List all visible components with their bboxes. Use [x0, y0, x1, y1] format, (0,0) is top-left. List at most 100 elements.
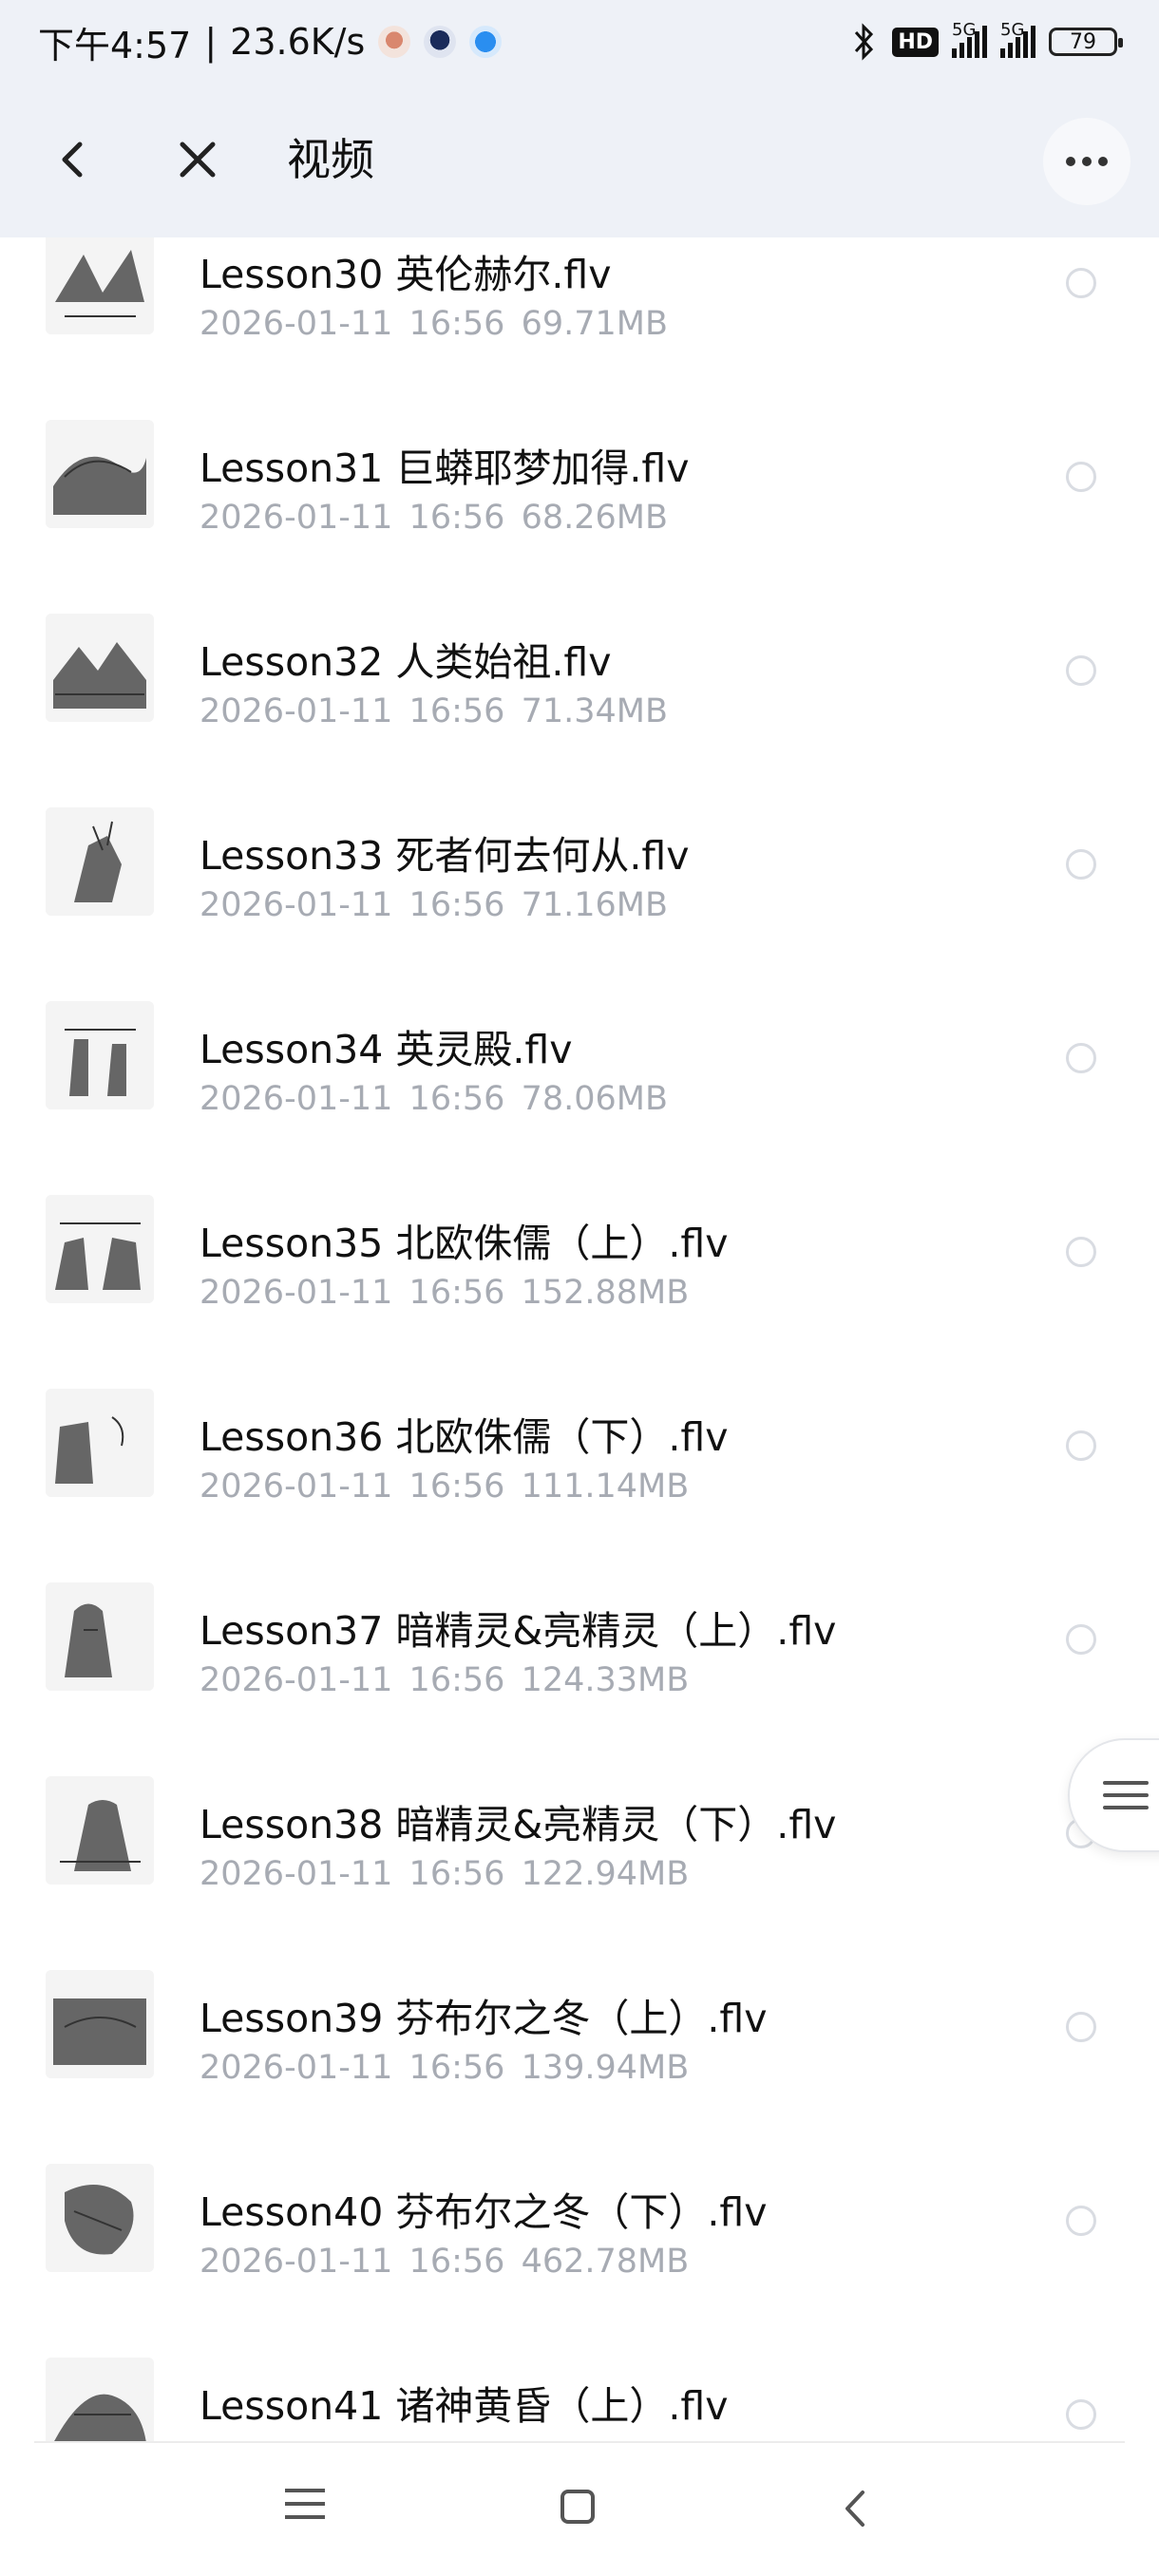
bluetooth-icon — [855, 23, 874, 61]
file-row[interactable]: Lesson41 诸神黄昏（上）.flv 2026-01-11 16:56 17… — [0, 2315, 1159, 2441]
video-thumbnail — [46, 614, 154, 722]
select-radio[interactable] — [1066, 2399, 1096, 2430]
file-row[interactable]: Lesson34 英灵殿.flv 2026-01-11 16:56 78.06M… — [0, 958, 1159, 1152]
file-size: 152.88MB — [521, 1274, 690, 1312]
file-date: 2026-01-11 — [200, 305, 393, 343]
file-row[interactable]: Lesson32 人类始祖.flv 2026-01-11 16:56 71.34… — [0, 571, 1159, 765]
file-meta: 2026-01-11 16:56 71.16MB — [200, 886, 668, 924]
thumbnail-image — [46, 2164, 154, 2272]
video-thumbnail — [46, 1582, 154, 1691]
select-radio[interactable] — [1066, 849, 1096, 880]
select-radio[interactable] — [1066, 2012, 1096, 2042]
select-radio[interactable] — [1066, 462, 1096, 492]
file-time: 16:56 — [408, 692, 505, 730]
status-separator: | — [204, 21, 218, 63]
file-size: 71.34MB — [521, 692, 668, 730]
video-thumbnail — [46, 2164, 154, 2272]
file-date: 2026-01-11 — [200, 1661, 393, 1699]
file-name: Lesson41 诸神黄昏（上）.flv — [200, 2383, 729, 2429]
file-row[interactable]: Lesson38 暗精灵&亮精灵（下）.flv 2026-01-11 16:56… — [0, 1733, 1159, 1927]
header-bar: 视频 — [0, 84, 1159, 237]
file-size: 68.26MB — [521, 499, 668, 537]
page-title: 视频 — [287, 134, 374, 185]
video-thumbnail — [46, 807, 154, 916]
thumbnail-image — [46, 420, 154, 528]
back-chevron-icon[interactable] — [46, 131, 103, 188]
signal-label-2: 5G — [1000, 20, 1025, 40]
file-meta: 2026-01-11 16:56 78.06MB — [200, 1080, 668, 1118]
file-time: 16:56 — [408, 1661, 505, 1699]
network-speed: 23.6K/s — [230, 21, 366, 63]
file-time: 16:56 — [408, 886, 505, 924]
file-name: Lesson31 巨蟒耶梦加得.flv — [200, 445, 690, 491]
system-back-icon[interactable] — [836, 2487, 874, 2530]
file-meta: 2026-01-11 16:56 124.33MB — [200, 1661, 689, 1699]
file-time: 16:56 — [408, 2243, 505, 2281]
file-row[interactable]: Lesson35 北欧侏儒（上）.flv 2026-01-11 16:56 15… — [0, 1152, 1159, 1346]
select-radio[interactable] — [1066, 1043, 1096, 1073]
battery-icon: 79 — [1049, 28, 1123, 56]
file-size: 124.33MB — [521, 1661, 690, 1699]
notification-avatar-icon — [424, 26, 457, 58]
file-name: Lesson33 死者何去何从.flv — [200, 833, 690, 879]
file-name: Lesson39 芬布尔之冬（上）.flv — [200, 1996, 768, 2041]
file-name: Lesson40 芬布尔之冬（下）.flv — [200, 2189, 768, 2235]
file-time: 16:56 — [408, 305, 505, 343]
file-date: 2026-01-11 — [200, 1080, 393, 1118]
file-row[interactable]: Lesson33 死者何去何从.flv 2026-01-11 16:56 71.… — [0, 765, 1159, 958]
file-date: 2026-01-11 — [200, 1468, 393, 1506]
home-icon[interactable] — [560, 2490, 595, 2524]
file-name: Lesson36 北欧侏儒（下）.flv — [200, 1414, 729, 1460]
file-time: 16:56 — [408, 1080, 505, 1118]
file-row[interactable]: Lesson37 暗精灵&亮精灵（上）.flv 2026-01-11 16:56… — [0, 1540, 1159, 1733]
thumbnail-image — [46, 1389, 154, 1497]
select-radio[interactable] — [1066, 1237, 1096, 1267]
more-dots-icon[interactable] — [1043, 118, 1130, 205]
file-row[interactable]: Lesson40 芬布尔之冬（下）.flv 2026-01-11 16:56 4… — [0, 2121, 1159, 2315]
file-size: 69.71MB — [521, 305, 668, 343]
video-thumbnail — [46, 237, 154, 334]
file-name: Lesson35 北欧侏儒（上）.flv — [200, 1221, 729, 1266]
status-left: 下午4:57 | 23.6K/s — [0, 16, 503, 68]
recent-apps-icon[interactable] — [285, 2489, 325, 2519]
file-meta: 2026-01-11 16:56 111.14MB — [200, 1468, 689, 1506]
select-radio[interactable] — [1066, 1430, 1096, 1461]
file-size: 122.94MB — [521, 1855, 690, 1893]
file-meta: 2026-01-11 16:56 71.34MB — [200, 692, 668, 730]
notification-upload-icon — [469, 26, 503, 58]
file-date: 2026-01-11 — [200, 886, 393, 924]
thumbnail-image — [46, 237, 154, 334]
file-meta: 2026-01-11 16:56 122.94MB — [200, 1855, 689, 1893]
file-date: 2026-01-11 — [200, 2243, 393, 2281]
file-meta: 2026-01-11 16:56 139.94MB — [200, 2049, 689, 2087]
status-time: 下午4:57 — [38, 24, 192, 66]
thumbnail-image — [46, 1001, 154, 1109]
video-thumbnail — [46, 1195, 154, 1303]
thumbnail-image — [46, 1970, 154, 2078]
close-icon[interactable] — [169, 131, 226, 188]
file-date: 2026-01-11 — [200, 1274, 393, 1312]
file-date: 2026-01-11 — [200, 1855, 393, 1893]
video-thumbnail — [46, 2358, 154, 2441]
file-row[interactable]: Lesson30 英伦赫尔.flv 2026-01-11 16:56 69.71… — [0, 237, 1159, 377]
file-size: 139.94MB — [521, 2049, 690, 2087]
file-row[interactable]: Lesson36 北欧侏儒（下）.flv 2026-01-11 16:56 11… — [0, 1346, 1159, 1540]
video-thumbnail — [46, 1389, 154, 1497]
file-row[interactable]: Lesson39 芬布尔之冬（上）.flv 2026-01-11 16:56 1… — [0, 1927, 1159, 2121]
file-meta: 2026-01-11 16:56 68.26MB — [200, 499, 668, 537]
file-name: Lesson32 人类始祖.flv — [200, 639, 612, 685]
select-radio[interactable] — [1066, 655, 1096, 686]
file-size: 462.78MB — [521, 2243, 690, 2281]
thumbnail-image — [46, 614, 154, 722]
select-radio[interactable] — [1066, 2206, 1096, 2236]
file-time: 16:56 — [408, 1468, 505, 1506]
select-radio[interactable] — [1066, 1624, 1096, 1655]
file-time: 16:56 — [408, 2049, 505, 2087]
file-meta: 2026-01-11 16:56 69.71MB — [200, 305, 668, 343]
video-thumbnail — [46, 1001, 154, 1109]
file-name: Lesson38 暗精灵&亮精灵（下）.flv — [200, 1802, 837, 1847]
signal-strength-icon-2: 5G — [1000, 20, 1036, 58]
file-meta: 2026-01-11 16:56 462.78MB — [200, 2243, 689, 2281]
select-radio[interactable] — [1066, 268, 1096, 298]
file-row[interactable]: Lesson31 巨蟒耶梦加得.flv 2026-01-11 16:56 68.… — [0, 377, 1159, 571]
